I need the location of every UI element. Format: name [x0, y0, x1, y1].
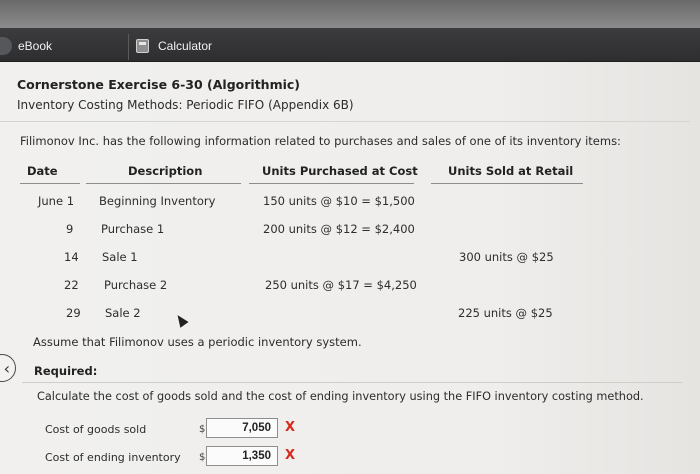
- row-3-description: Sale 1: [102, 250, 138, 264]
- cogs-label: Cost of goods sold: [45, 423, 147, 436]
- previous-button[interactable]: ‹: [0, 354, 16, 382]
- ebook-tab-label: eBook: [18, 39, 53, 53]
- tab-divider: [128, 34, 129, 60]
- ending-inventory-incorrect-mark: X: [285, 448, 296, 463]
- header-underline-description: [86, 183, 241, 184]
- row-3-sold: 300 units @ $25: [459, 250, 554, 264]
- exercise-subtitle: Inventory Costing Methods: Periodic FIFO…: [17, 98, 354, 112]
- assumption-text: Assume that Filimonov uses a periodic in…: [33, 335, 362, 349]
- tool-tab-bar: eBook Calculator: [0, 28, 700, 62]
- ending-inventory-label: Cost of ending inventory: [45, 451, 181, 464]
- column-header-units-purchased: Units Purchased at Cost: [262, 164, 418, 178]
- header-underline-units-sold: [431, 183, 583, 184]
- row-2-purchased: 200 units @ $12 = $2,400: [263, 222, 415, 236]
- calculator-tab-label: Calculator: [158, 39, 213, 53]
- header-underline-date: [20, 183, 80, 184]
- ebook-tab[interactable]: eBook: [0, 35, 130, 57]
- row-4-description: Purchase 2: [104, 278, 168, 292]
- cogs-input[interactable]: 7,050: [206, 418, 278, 438]
- row-5-sold: 225 units @ $25: [458, 306, 553, 320]
- row-5-description: Sale 2: [105, 306, 141, 320]
- header-underline-units-purchased: [249, 183, 414, 184]
- calculator-tab[interactable]: Calculator: [136, 35, 256, 57]
- calculator-icon: [136, 39, 149, 53]
- intro-text: Filimonov Inc. has the following informa…: [20, 134, 621, 148]
- ending-inventory-currency: $: [199, 452, 206, 463]
- required-divider: [22, 382, 682, 383]
- row-4-purchased: 250 units @ $17 = $4,250: [265, 278, 417, 292]
- required-instruction: Calculate the cost of goods sold and the…: [37, 390, 644, 403]
- cogs-currency: $: [199, 424, 206, 435]
- exercise-content: Cornerstone Exercise 6-30 (Algorithmic) …: [0, 62, 700, 474]
- row-2-date: 9: [66, 222, 74, 236]
- ending-inventory-input[interactable]: 1,350: [206, 446, 278, 466]
- column-header-date: Date: [27, 164, 58, 178]
- row-1-purchased: 150 units @ $10 = $1,500: [263, 194, 415, 208]
- chevron-left-icon: ‹: [3, 358, 10, 378]
- column-header-description: Description: [128, 164, 203, 178]
- row-5-date: 29: [66, 306, 81, 320]
- row-2-description: Purchase 1: [101, 222, 165, 236]
- cogs-incorrect-mark: X: [285, 420, 296, 435]
- row-3-date: 14: [64, 250, 79, 264]
- mouse-pointer-icon: [173, 312, 189, 328]
- section-divider: [0, 121, 690, 122]
- row-1-description: Beginning Inventory: [99, 194, 216, 208]
- column-header-units-sold: Units Sold at Retail: [448, 164, 574, 178]
- required-heading: Required:: [34, 364, 98, 378]
- window-top-strip: [0, 0, 700, 28]
- row-4-date: 22: [64, 278, 79, 292]
- row-1-date: June 1: [38, 194, 75, 208]
- exercise-title: Cornerstone Exercise 6-30 (Algorithmic): [17, 77, 301, 92]
